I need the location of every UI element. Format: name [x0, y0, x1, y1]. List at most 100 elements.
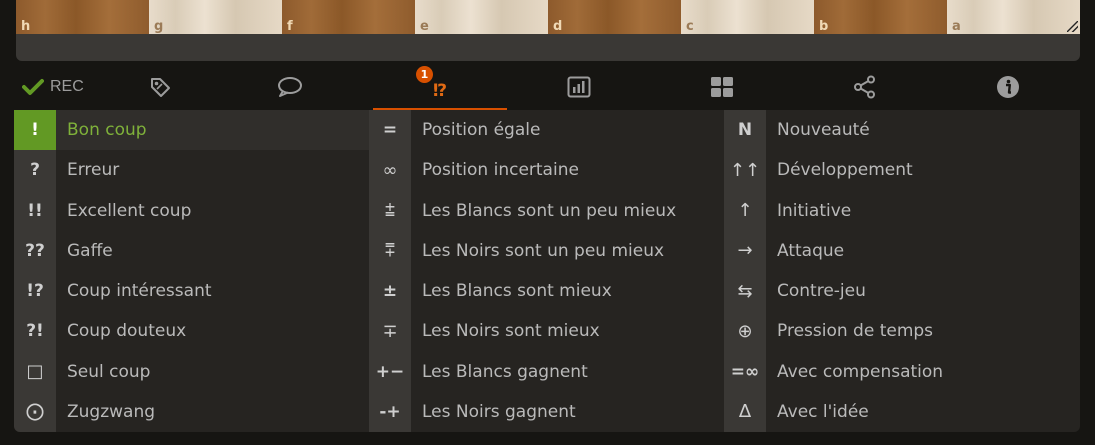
chessboard-bottom-rank[interactable]: hg f e d c b a	[16, 0, 1080, 34]
board-square[interactable]: g	[149, 0, 282, 34]
board-square[interactable]: b	[814, 0, 947, 34]
glyph-symbol: ⩱	[369, 230, 411, 271]
glyph-option[interactable]: ⇆ Contre-jeu	[724, 271, 1080, 312]
glyph-option[interactable]: N Nouveauté	[724, 110, 1080, 151]
glyph-symbol: ∆	[724, 391, 766, 432]
glyph-symbol: ∞	[369, 150, 411, 191]
tab-chart[interactable]	[507, 64, 650, 110]
file-coordinate-label: b	[819, 19, 829, 34]
glyph-option[interactable]: ⨀ Zugzwang	[14, 391, 369, 432]
glyph-label: Les Blancs sont un peu mieux	[422, 200, 677, 221]
tab-info[interactable]	[936, 64, 1080, 110]
glyph-label: Seul coup	[67, 361, 151, 382]
glyph-label: Avec l'idée	[777, 401, 869, 422]
glyph-column-move: ! Bon coup? Erreur !! Excellent coup?? Gaffe!…	[14, 110, 369, 432]
glyph-label: Attaque	[777, 240, 845, 261]
glyph-option[interactable]: ? Erreur	[14, 150, 369, 191]
rec-label: REC	[50, 78, 84, 95]
glyph-symbol: □	[14, 351, 56, 392]
glyph-label: Les Noirs gagnent	[422, 401, 576, 422]
tag-icon	[149, 76, 171, 98]
file-coordinate-label: a	[952, 19, 961, 34]
board-square[interactable]: d	[548, 0, 681, 34]
file-coordinate-label: f	[287, 19, 293, 34]
glyph-label: Gaffe	[67, 240, 113, 261]
file-coordinate-label: g	[154, 19, 164, 34]
glyph-label: Développement	[777, 160, 913, 181]
board-resize-handle[interactable]	[1067, 21, 1078, 32]
board-square[interactable]: c	[681, 0, 814, 34]
glyph-option[interactable]: ↑↑ Développement	[724, 150, 1080, 191]
glyph-symbol: ↑↑	[724, 150, 766, 191]
glyph-option[interactable]: ! Bon coup	[14, 110, 369, 151]
glyph-option[interactable]: → Attaque	[724, 230, 1080, 271]
analysis-tool-tabs: REC 1 ⁉	[16, 64, 1080, 110]
glyph-option[interactable]: ⩲ Les Blancs sont un peu mieux	[369, 190, 724, 231]
glyph-symbol: ??	[14, 230, 56, 271]
glyph-label: Pression de temps	[777, 321, 934, 342]
glyph-label: Les Noirs sont un peu mieux	[422, 240, 665, 261]
glyph-symbol: ?!	[14, 311, 56, 352]
glyph-option[interactable]: ⩱ Les Noirs sont un peu mieux	[369, 230, 724, 271]
glyph-symbol: ∓	[369, 311, 411, 352]
glyph-label: Les Blancs sont mieux	[422, 281, 612, 302]
glyph-option[interactable]: ∆ Avec l'idée	[724, 391, 1080, 432]
tab-tags[interactable]	[107, 64, 207, 110]
glyph-label: Les Noirs sont mieux	[422, 321, 600, 342]
glyph-symbol: !?	[14, 271, 56, 312]
info-icon	[996, 75, 1020, 99]
glyph-column-observation: N Nouveauté ↑↑ Développement ↑ Initiative → Att…	[724, 110, 1080, 432]
glyph-column-position: = Position égale ∞ Position incertaine ⩲ Les …	[369, 110, 724, 432]
rec-toggle-button[interactable]: REC	[16, 64, 107, 110]
glyph-option[interactable]: ?? Gaffe	[14, 230, 369, 271]
glyph-option[interactable]: ∞ Position incertaine	[369, 150, 724, 191]
bar-chart-icon	[567, 76, 591, 98]
glyph-symbol: →	[724, 230, 766, 271]
glyph-label: Position égale	[422, 120, 541, 141]
glyph-annotation-panel: ! Bon coup? Erreur !! Excellent coup?? Gaffe!…	[14, 110, 1080, 432]
board-square[interactable]: f	[282, 0, 415, 34]
glyph-option[interactable]: ± Les Blancs sont mieux	[369, 271, 724, 312]
glyph-option[interactable]: ⊕ Pression de temps	[724, 311, 1080, 352]
board-controls-bar	[16, 34, 1080, 61]
glyph-symbol: ?	[14, 150, 56, 191]
file-coordinate-label: c	[686, 19, 694, 34]
file-coordinate-label: d	[553, 19, 563, 34]
glyph-label: Contre-jeu	[777, 281, 866, 302]
tab-comment[interactable]	[207, 64, 373, 110]
glyph-label: Zugzwang	[67, 401, 156, 422]
glyph-symbol: N	[724, 110, 766, 151]
speech-bubble-icon	[277, 76, 303, 98]
board-square[interactable]: a	[947, 0, 1080, 34]
tab-glyphs[interactable]: 1 ⁉	[373, 64, 507, 110]
glyph-option[interactable]: !? Coup intéressant	[14, 271, 369, 312]
glyph-symbol: !	[14, 110, 56, 151]
glyph-option[interactable]: -+ Les Noirs gagnent	[369, 391, 724, 432]
glyph-option[interactable]: = Position égale	[369, 110, 724, 151]
glyph-option[interactable]: +− Les Blancs gagnent	[369, 351, 724, 392]
share-icon	[853, 75, 877, 99]
glyph-label: Erreur	[67, 160, 120, 181]
glyphs-icon: ⁉	[432, 81, 448, 100]
glyph-option[interactable]: ?! Coup douteux	[14, 311, 369, 352]
glyph-symbol: ±	[369, 271, 411, 312]
glyph-symbol: ↑	[724, 190, 766, 231]
glyph-option[interactable]: □ Seul coup	[14, 351, 369, 392]
board-square[interactable]: e	[415, 0, 548, 34]
glyph-option[interactable]: =∞ Avec compensation	[724, 351, 1080, 392]
tab-share[interactable]	[793, 64, 936, 110]
glyph-symbol: =	[369, 110, 411, 151]
glyph-symbol: ⩲	[369, 190, 411, 231]
glyph-option[interactable]: !! Excellent coup	[14, 190, 369, 231]
glyph-symbol: ⨀	[14, 391, 56, 432]
grid-icon	[710, 76, 734, 98]
glyph-option[interactable]: ↑ Initiative	[724, 190, 1080, 231]
board-square[interactable]: h	[16, 0, 149, 34]
glyph-symbol: =∞	[724, 351, 766, 392]
file-coordinate-label: e	[420, 19, 429, 34]
glyph-symbol: -+	[369, 391, 411, 432]
glyph-label: Initiative	[777, 200, 852, 221]
glyph-option[interactable]: ∓ Les Noirs sont mieux	[369, 311, 724, 352]
glyph-label: Avec compensation	[777, 361, 944, 382]
tab-explorer[interactable]	[650, 64, 793, 110]
